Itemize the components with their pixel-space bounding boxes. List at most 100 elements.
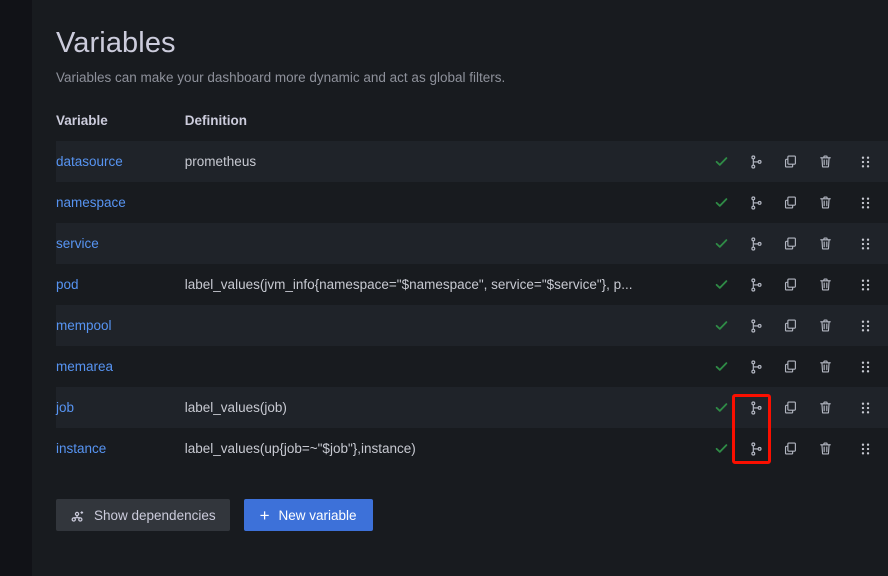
drag-handle-icon[interactable] <box>854 396 878 420</box>
code-branch-icon-cell <box>739 182 774 223</box>
trash-icon-cell <box>808 223 843 264</box>
drag-handle-icon[interactable] <box>854 150 878 174</box>
code-branch-icon-cell <box>739 387 774 428</box>
variable-name-cell: datasource <box>56 141 185 182</box>
trash-icon[interactable] <box>814 396 838 420</box>
copy-icon-cell <box>774 182 809 223</box>
copy-icon[interactable] <box>779 191 803 215</box>
table-row: instance label_values(up{job=~"$job"},ins… <box>56 428 888 469</box>
code-branch-icon-cell <box>739 223 774 264</box>
code-branch-icon[interactable] <box>744 232 768 256</box>
trash-icon[interactable] <box>814 150 838 174</box>
code-branch-icon[interactable] <box>744 314 768 338</box>
copy-icon[interactable] <box>779 273 803 297</box>
variable-link-job[interactable]: job <box>56 400 74 415</box>
code-branch-icon[interactable] <box>744 355 768 379</box>
plus-icon: + <box>259 505 270 525</box>
trash-icon-cell <box>808 428 843 469</box>
check-icon[interactable] <box>709 314 733 338</box>
trash-icon-cell <box>808 346 843 387</box>
table-row: mempool <box>56 305 888 346</box>
check-icon-cell <box>704 141 739 182</box>
code-branch-icon[interactable] <box>744 191 768 215</box>
variables-table-body: datasource prometheus namespace service pod l… <box>56 141 888 469</box>
variable-definition-cell: label_values(jvm_info{namespace="$namesp… <box>184 277 633 292</box>
variable-link-memarea[interactable]: memarea <box>56 359 113 374</box>
table-row: job label_values(job) <box>56 387 888 428</box>
drag-handle-icon[interactable] <box>854 232 878 256</box>
code-branch-icon-cell <box>739 428 774 469</box>
code-branch-icon[interactable] <box>744 150 768 174</box>
trash-icon[interactable] <box>814 273 838 297</box>
drag-handle-icon[interactable] <box>854 355 878 379</box>
check-icon[interactable] <box>709 355 733 379</box>
table-row: service <box>56 223 888 264</box>
variable-name-cell: service <box>56 223 185 264</box>
drag-handle-cell <box>843 387 888 428</box>
check-icon-cell <box>704 223 739 264</box>
copy-icon[interactable] <box>779 232 803 256</box>
copy-icon[interactable] <box>779 396 803 420</box>
variable-definition-cell: label_values(up{job=~"$job"},instance) <box>184 441 416 456</box>
drag-handle-icon[interactable] <box>854 437 878 461</box>
copy-icon[interactable] <box>779 314 803 338</box>
trash-icon[interactable] <box>814 314 838 338</box>
copy-icon-cell <box>774 387 809 428</box>
variable-link-pod[interactable]: pod <box>56 277 79 292</box>
copy-icon-cell <box>774 346 809 387</box>
trash-icon-cell <box>808 182 843 223</box>
variable-link-datasource[interactable]: datasource <box>56 154 123 169</box>
code-branch-icon-cell <box>739 264 774 305</box>
variable-definition-cell <box>185 305 704 346</box>
check-icon[interactable] <box>709 191 733 215</box>
variable-name-cell: instance <box>56 428 185 469</box>
variable-link-mempool[interactable]: mempool <box>56 318 112 333</box>
copy-icon[interactable] <box>779 437 803 461</box>
copy-icon[interactable] <box>779 150 803 174</box>
code-branch-icon[interactable] <box>744 273 768 297</box>
trash-icon-cell <box>808 264 843 305</box>
variables-settings-panel: Variables Variables can make your dashbo… <box>32 0 888 576</box>
check-icon-cell <box>704 346 739 387</box>
code-branch-icon[interactable] <box>744 396 768 420</box>
check-icon-cell <box>704 387 739 428</box>
page-subtitle: Variables can make your dashboard more d… <box>56 70 506 85</box>
show-dependencies-button[interactable]: Show dependencies <box>56 499 230 531</box>
trash-icon[interactable] <box>814 437 838 461</box>
variable-definition-cell <box>185 223 704 264</box>
check-icon[interactable] <box>709 150 733 174</box>
new-variable-button[interactable]: + New variable <box>243 499 373 531</box>
drag-handle-icon[interactable] <box>854 191 878 215</box>
page-title: Variables <box>56 27 176 59</box>
table-row: datasource prometheus <box>56 141 888 182</box>
drag-handle-cell <box>843 264 888 305</box>
trash-icon[interactable] <box>814 191 838 215</box>
trash-icon[interactable] <box>814 232 838 256</box>
variable-link-instance[interactable]: instance <box>56 441 106 456</box>
check-icon[interactable] <box>709 232 733 256</box>
variable-link-service[interactable]: service <box>56 236 99 251</box>
copy-icon-cell <box>774 264 809 305</box>
drag-handle-cell <box>843 346 888 387</box>
trash-icon-cell <box>808 387 843 428</box>
code-branch-icon-cell <box>739 346 774 387</box>
copy-icon[interactable] <box>779 355 803 379</box>
copy-icon-cell <box>774 223 809 264</box>
check-icon[interactable] <box>709 437 733 461</box>
drag-handle-icon[interactable] <box>854 273 878 297</box>
column-header-check <box>704 113 739 141</box>
copy-icon-cell <box>774 141 809 182</box>
variable-name-cell: mempool <box>56 305 185 346</box>
column-header-variable: Variable <box>56 113 108 128</box>
code-branch-icon[interactable] <box>744 437 768 461</box>
trash-icon[interactable] <box>814 355 838 379</box>
check-icon[interactable] <box>709 273 733 297</box>
variable-name-cell: pod <box>56 264 185 305</box>
drag-handle-icon[interactable] <box>854 314 878 338</box>
code-branch-icon-cell <box>739 305 774 346</box>
code-branch-icon-cell <box>739 141 774 182</box>
show-dependencies-label: Show dependencies <box>94 507 216 523</box>
variable-link-namespace[interactable]: namespace <box>56 195 126 210</box>
variable-definition-cell: label_values(job) <box>184 400 287 415</box>
check-icon[interactable] <box>709 396 733 420</box>
